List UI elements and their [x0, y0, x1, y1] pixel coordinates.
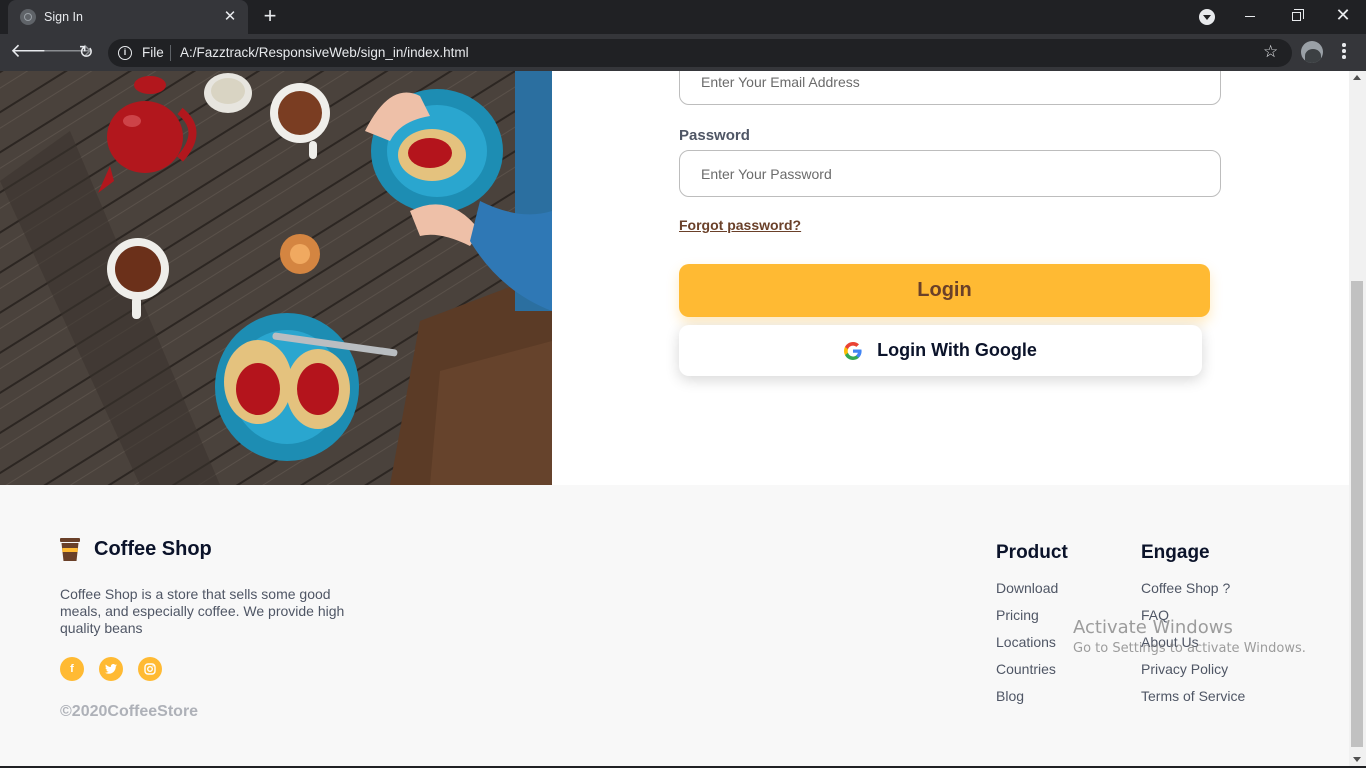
footer-link-download[interactable]: Download — [996, 580, 1068, 607]
info-icon[interactable]: i — [118, 46, 132, 60]
browser-tab[interactable]: Sign In ✕ — [8, 0, 248, 34]
address-bar[interactable]: i File A:/Fazztrack/ResponsiveWeb/sign_i… — [108, 39, 1292, 67]
footer-link-locations[interactable]: Locations — [996, 634, 1068, 661]
footer-product-column: Product Download Pricing Locations Count… — [996, 542, 1068, 715]
reload-icon[interactable]: ↻ — [74, 41, 98, 65]
close-window-button[interactable]: ✕ — [1320, 0, 1366, 30]
social-links: f — [60, 657, 177, 681]
page-viewport: Password Forgot password? Login Login Wi… — [0, 71, 1366, 768]
engage-heading: Engage — [1141, 542, 1210, 563]
footer-description: Coffee Shop is a store that sells some g… — [60, 586, 345, 636]
browser-toolbar: 🡐 🡒 ↻ i File A:/Fazztrack/ResponsiveWeb/… — [0, 34, 1366, 71]
minimize-icon — [1245, 15, 1255, 17]
new-tab-button[interactable]: + — [258, 5, 282, 28]
scroll-down-icon[interactable] — [1353, 757, 1361, 762]
coffee-cup-icon — [60, 538, 80, 561]
minimize-button[interactable] — [1227, 0, 1273, 30]
login-button[interactable]: Login — [679, 264, 1210, 317]
copyright-text: ©2020CoffeeStore — [60, 703, 199, 720]
footer-link-terms-of-service[interactable]: Terms of Service — [1141, 688, 1245, 715]
footer-brand-name: Coffee Shop — [94, 538, 212, 560]
url-text[interactable]: A:/Fazztrack/ResponsiveWeb/sign_in/index… — [180, 45, 469, 60]
scheme-label: File — [142, 45, 164, 60]
footer-link-privacy-policy[interactable]: Privacy Policy — [1141, 661, 1245, 688]
tab-search-icon[interactable] — [1199, 9, 1215, 25]
vertical-scrollbar[interactable] — [1349, 71, 1366, 768]
address-divider — [170, 45, 171, 61]
footer-link-coffee-shop[interactable]: Coffee Shop ? — [1141, 580, 1245, 607]
login-with-google-button[interactable]: Login With Google — [679, 325, 1202, 376]
facebook-icon[interactable]: f — [60, 657, 84, 681]
footer-link-about-us[interactable]: About Us — [1141, 634, 1245, 661]
password-label: Password — [679, 127, 750, 144]
password-field[interactable] — [679, 150, 1221, 197]
globe-icon — [20, 9, 36, 25]
footer-link-pricing[interactable]: Pricing — [996, 607, 1068, 634]
forward-arrow-icon[interactable]: 🡒 — [42, 41, 93, 65]
browser-tab-bar: Sign In ✕ + ✕ — [0, 0, 1366, 34]
instagram-icon[interactable] — [138, 657, 162, 681]
footer-link-blog[interactable]: Blog — [996, 688, 1068, 715]
product-heading: Product — [996, 542, 1068, 563]
tab-title: Sign In — [44, 10, 83, 24]
close-tab-icon[interactable]: ✕ — [222, 9, 238, 25]
restore-button[interactable] — [1273, 0, 1319, 30]
sign-in-form: Password Forgot password? Login Login Wi… — [679, 71, 1224, 485]
footer-link-countries[interactable]: Countries — [996, 661, 1068, 688]
scrollbar-thumb[interactable] — [1351, 281, 1363, 747]
bookmark-star-icon[interactable]: ☆ — [1263, 42, 1278, 62]
kebab-menu-icon[interactable] — [1336, 43, 1352, 61]
coffee-table-photo — [0, 71, 552, 485]
email-field[interactable] — [679, 71, 1221, 105]
back-arrow-icon[interactable]: 🡐 — [10, 41, 61, 65]
scroll-up-icon[interactable] — [1353, 75, 1361, 80]
google-button-label: Login With Google — [877, 340, 1037, 360]
twitter-icon[interactable] — [99, 657, 123, 681]
profile-avatar-icon[interactable] — [1301, 41, 1323, 63]
forgot-password-link[interactable]: Forgot password? — [679, 217, 801, 233]
site-footer: Coffee Shop Coffee Shop is a store that … — [0, 485, 1349, 768]
footer-engage-column: Engage Coffee Shop ? FAQ About Us Privac… — [1141, 542, 1245, 715]
footer-link-faq[interactable]: FAQ — [1141, 607, 1245, 634]
restore-icon — [1291, 8, 1304, 21]
footer-brand[interactable]: Coffee Shop — [60, 538, 212, 561]
coffee-table-illustration — [0, 71, 552, 485]
google-icon — [844, 341, 862, 360]
